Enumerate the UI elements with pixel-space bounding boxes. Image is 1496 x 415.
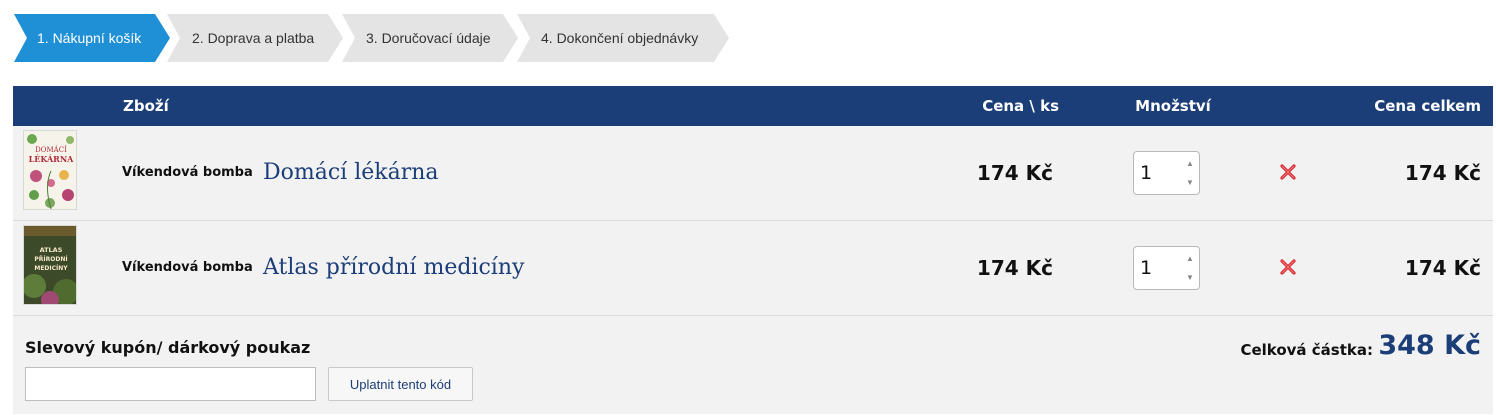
- total-label: Celková částka:: [1240, 341, 1373, 359]
- product-name-link[interactable]: Atlas přírodní medicíny: [263, 221, 524, 315]
- product-thumbnail[interactable]: DOMÁCÍ LÉKÁRNA: [23, 130, 77, 210]
- table-row: ATLAS PŘÍRODNÍ MEDICÍNY Víkendová bomba …: [13, 221, 1493, 316]
- product-name-link[interactable]: Domácí lékárna: [263, 126, 439, 220]
- step-label: 2. Doprava a platba: [192, 30, 315, 46]
- product-thumbnail[interactable]: ATLAS PŘÍRODNÍ MEDICÍNY: [23, 225, 77, 305]
- quantity-input[interactable]: [1140, 255, 1180, 281]
- apply-coupon-button[interactable]: Uplatnit tento kód: [328, 367, 473, 401]
- coupon-input[interactable]: [25, 367, 316, 401]
- unit-price: 174 Kč: [976, 256, 1053, 280]
- coupon-label: Slevový kupón/ dárkový poukaz: [25, 338, 311, 357]
- spinner[interactable]: ▲ ▼: [1183, 249, 1197, 287]
- total-value: 348 Kč: [1378, 330, 1481, 361]
- table-header: Zboží Cena \ ks Množství Cena celkem: [13, 86, 1493, 126]
- product-badge: Víkendová bomba: [122, 260, 253, 275]
- table-row: DOMÁCÍ LÉKÁRNA Víkendová bomba Domácí lé…: [13, 126, 1493, 221]
- svg-text:MEDICÍNY: MEDICÍNY: [34, 264, 68, 272]
- remove-item-icon[interactable]: [1279, 258, 1297, 276]
- quantity-stepper[interactable]: ▲ ▼: [1133, 151, 1200, 195]
- header-unit-price: Cena \ ks: [982, 97, 1059, 115]
- chevron-down-icon[interactable]: ▼: [1183, 173, 1197, 192]
- header-total: Cena celkem: [1374, 97, 1481, 115]
- step-shipping-payment[interactable]: 2. Doprava a platba: [167, 14, 343, 62]
- cart-table: Zboží Cena \ ks Množství Cena celkem DOM…: [13, 86, 1493, 414]
- step-delivery-details[interactable]: 3. Doručovací údaje: [342, 14, 518, 62]
- line-total: 174 Kč: [1404, 161, 1481, 185]
- svg-text:PŘÍRODNÍ: PŘÍRODNÍ: [34, 255, 68, 263]
- header-quantity: Množství: [1135, 97, 1211, 115]
- chevron-down-icon[interactable]: ▼: [1183, 268, 1197, 287]
- header-goods: Zboží: [123, 97, 169, 115]
- chevron-up-icon[interactable]: ▲: [1183, 249, 1197, 268]
- step-label: 3. Doručovací údaje: [366, 30, 491, 46]
- product-badge: Víkendová bomba: [122, 165, 253, 180]
- cart-footer: Slevový kupón/ dárkový poukaz Uplatnit t…: [13, 316, 1493, 414]
- step-label: 4. Dokončení objednávky: [541, 30, 699, 46]
- svg-text:DOMÁCÍ: DOMÁCÍ: [35, 145, 67, 154]
- step-cart[interactable]: 1. Nákupní košík: [14, 14, 170, 62]
- svg-text:ATLAS: ATLAS: [40, 246, 63, 254]
- step-order-completion[interactable]: 4. Dokončení objednávky: [517, 14, 729, 62]
- line-total: 174 Kč: [1404, 256, 1481, 280]
- chevron-up-icon[interactable]: ▲: [1183, 154, 1197, 173]
- spinner[interactable]: ▲ ▼: [1183, 154, 1197, 192]
- unit-price: 174 Kč: [976, 161, 1053, 185]
- step-label: 1. Nákupní košík: [37, 30, 142, 46]
- checkout-steps: 1. Nákupní košík 2. Doprava a platba 3. …: [14, 14, 754, 62]
- quantity-input[interactable]: [1140, 160, 1180, 186]
- remove-item-icon[interactable]: [1279, 163, 1297, 181]
- quantity-stepper[interactable]: ▲ ▼: [1133, 246, 1200, 290]
- svg-text:LÉKÁRNA: LÉKÁRNA: [29, 154, 75, 164]
